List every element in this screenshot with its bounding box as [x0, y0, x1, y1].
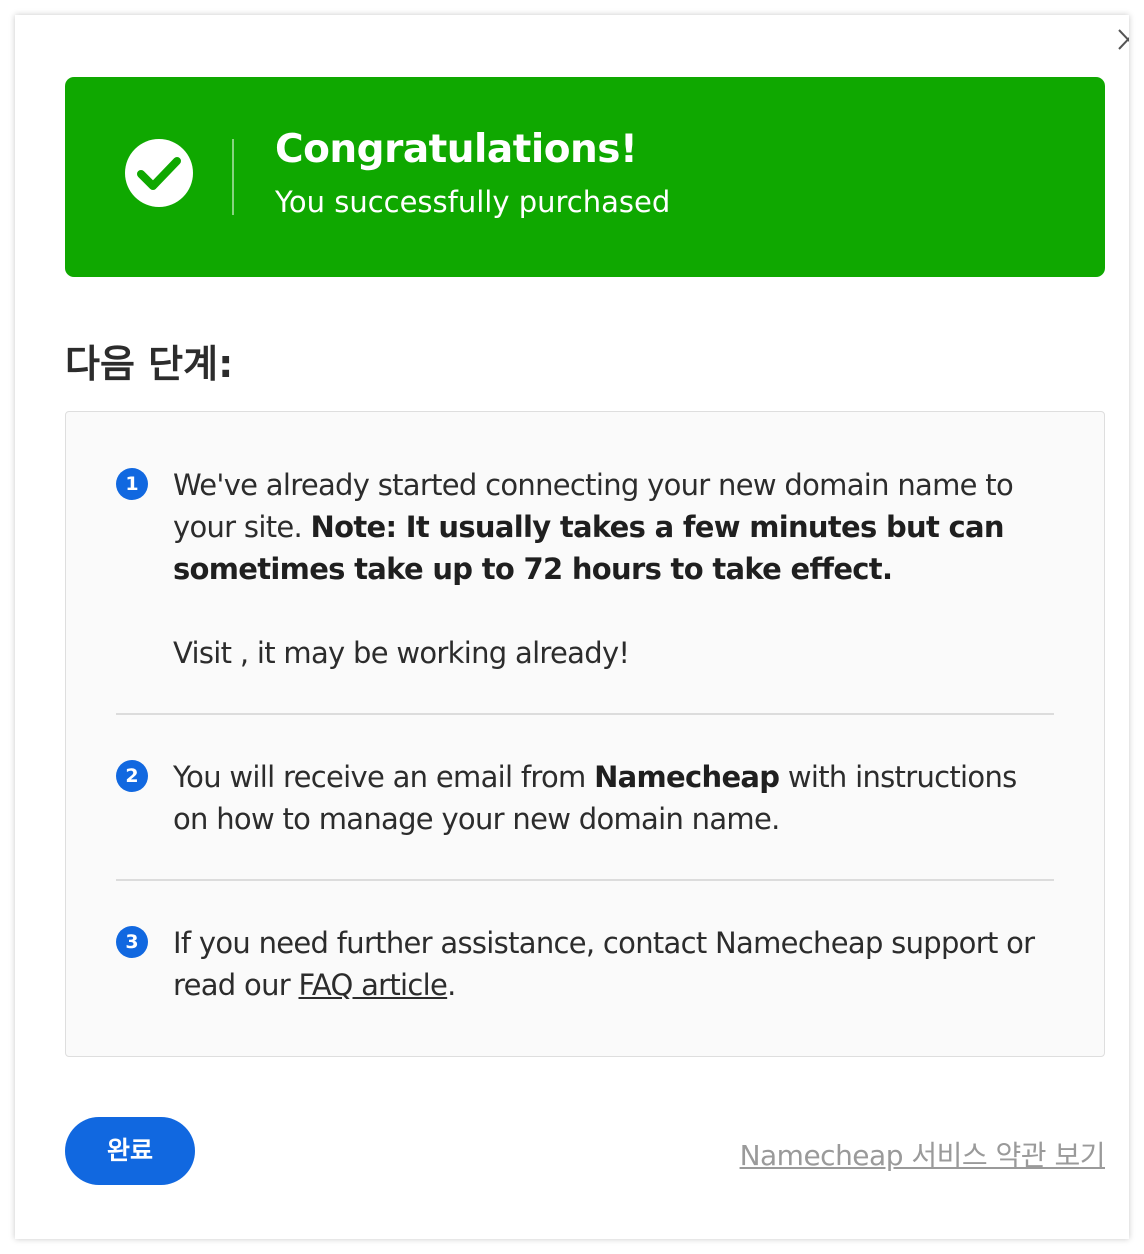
- banner-title: Congratulations!: [275, 127, 638, 172]
- step-1-text: We've already started connecting your ne…: [173, 464, 1053, 674]
- step-2-text-start: You will receive an email from: [173, 760, 595, 794]
- banner-subtitle: You successfully purchased: [275, 185, 671, 219]
- step-3-text: If you need further assistance, contact …: [173, 922, 1053, 1006]
- step-number-badge: 2: [116, 760, 148, 792]
- step-number-badge: 1: [116, 468, 148, 500]
- done-button[interactable]: 완료: [65, 1117, 195, 1185]
- checkmark-circle-icon: [125, 139, 193, 207]
- terms-of-service-link[interactable]: Namecheap 서비스 약관 보기: [740, 1134, 1106, 1174]
- step-2-brand: Namecheap: [594, 760, 780, 794]
- purchase-success-dialog: Congratulations! You successfully purcha…: [15, 15, 1129, 1239]
- faq-article-link[interactable]: FAQ article: [299, 968, 448, 1002]
- close-button[interactable]: [1117, 27, 1129, 55]
- step-divider: [116, 713, 1054, 715]
- step-3-text-end: .: [447, 968, 456, 1002]
- next-steps-heading: 다음 단계:: [65, 342, 234, 386]
- step-2-text: You will receive an email from Namecheap…: [173, 756, 1053, 840]
- step-number-badge: 3: [116, 926, 148, 958]
- next-steps-list: 1 We've already started connecting your …: [65, 411, 1105, 1057]
- step-1-visit-text: Visit , it may be working already!: [173, 636, 630, 670]
- step-divider: [116, 879, 1054, 881]
- banner-divider: [232, 139, 234, 215]
- close-icon: [1118, 29, 1129, 50]
- success-banner: Congratulations! You successfully purcha…: [65, 77, 1105, 277]
